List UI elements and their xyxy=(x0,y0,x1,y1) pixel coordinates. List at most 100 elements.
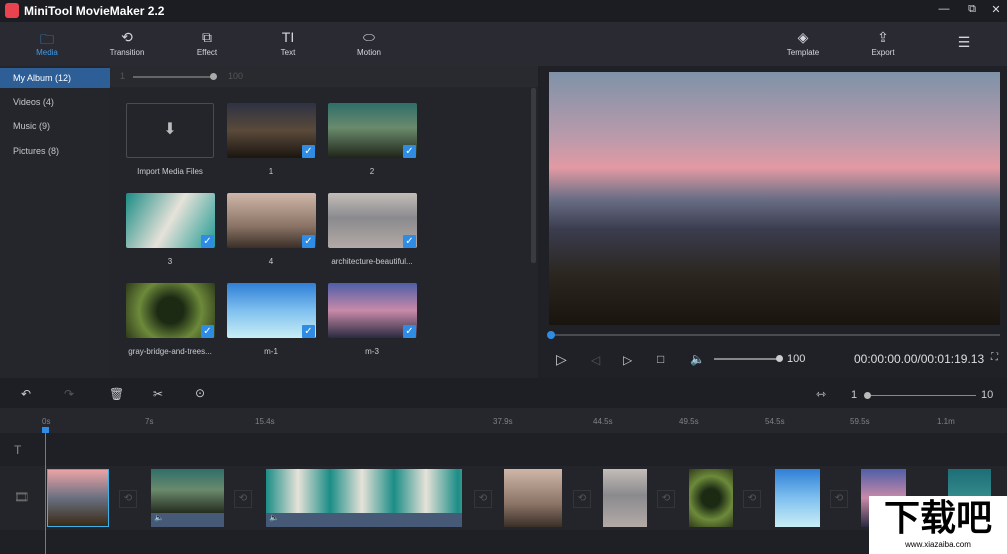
media-scrollbar[interactable] xyxy=(531,88,536,263)
text-icon: TI xyxy=(281,29,295,45)
volume-value: 100 xyxy=(787,353,806,365)
sidebar-item-music[interactable]: Music (9) xyxy=(0,116,110,136)
previous-frame-button[interactable]: ◁ xyxy=(591,353,600,367)
timeline-clip-video[interactable] xyxy=(266,469,462,515)
app-logo-icon xyxy=(5,3,19,18)
ruler-tick: 15.4s xyxy=(255,417,275,426)
transition-slot-icon[interactable]: ⟲ xyxy=(657,490,675,508)
ruler-tick: 44.5s xyxy=(593,417,613,426)
ruler-tick: 7s xyxy=(145,417,154,426)
timeline-clip-image[interactable] xyxy=(504,469,562,527)
checkbox-checked-icon[interactable]: ✓ xyxy=(403,145,416,158)
checkbox-checked-icon[interactable]: ✓ xyxy=(201,325,214,338)
watermark-logo: 下载吧 www.xiazaiba.com xyxy=(869,496,1007,554)
sidebar-item-pictures[interactable]: Pictures (8) xyxy=(0,141,110,161)
play-button[interactable]: ▷ xyxy=(556,351,567,368)
media-label: 2 xyxy=(369,167,375,176)
timeline-clip-selected[interactable] xyxy=(47,469,109,527)
checkbox-checked-icon[interactable]: ✓ xyxy=(201,235,214,248)
undo-button[interactable]: ↶ xyxy=(21,387,31,401)
ruler-tick: 1.1m xyxy=(937,417,955,426)
folder-icon: 🗀 xyxy=(40,31,54,47)
timeline-zoom-handle[interactable] xyxy=(864,392,871,399)
transition-slot-icon[interactable]: ⟲ xyxy=(830,490,848,508)
volume-handle[interactable] xyxy=(776,355,783,362)
thumb-zoom-max: 100 xyxy=(228,71,244,81)
album-sidebar xyxy=(0,66,110,378)
tab-label: Text xyxy=(280,48,296,57)
timeline-clip-image[interactable] xyxy=(603,469,647,527)
ruler-tick: 37.9s xyxy=(493,417,513,426)
checkbox-checked-icon[interactable]: ✓ xyxy=(302,235,315,248)
playhead-handle[interactable] xyxy=(547,331,555,339)
watermark-text: 下载吧 xyxy=(883,497,992,538)
ruler-tick: 49.5s xyxy=(679,417,699,426)
tab-text[interactable]: TI Text xyxy=(253,22,323,66)
timeline-clip-image[interactable] xyxy=(775,469,820,527)
restore-button[interactable]: ⧉ xyxy=(964,3,980,16)
split-button[interactable]: ✂ xyxy=(153,387,163,401)
transition-slot-icon[interactable]: ⟲ xyxy=(234,490,252,508)
transition-slot-icon[interactable]: ⟲ xyxy=(474,490,492,508)
tab-effect[interactable]: ⧉ Effect xyxy=(172,22,242,66)
volume-icon[interactable]: 🔈 xyxy=(690,352,705,366)
media-label: 4 xyxy=(268,257,274,266)
fullscreen-button[interactable]: ⛶ xyxy=(991,352,998,363)
tab-transition[interactable]: ⟲ Transition xyxy=(92,22,162,66)
hamburger-icon: ☰ xyxy=(957,34,971,50)
delete-button[interactable]: 🗑 xyxy=(109,387,124,401)
next-frame-button[interactable]: ▷ xyxy=(623,353,632,367)
button-label: Template xyxy=(786,48,820,57)
text-track[interactable] xyxy=(0,433,1007,466)
stop-button[interactable]: □ xyxy=(657,352,664,366)
export-icon: ⇪ xyxy=(877,29,889,45)
fit-timeline-button[interactable]: ⇿ xyxy=(816,387,826,401)
sidebar-item-videos[interactable]: Videos (4) xyxy=(0,92,110,112)
ruler-tick: 0s xyxy=(42,417,51,426)
timeline-clip-video[interactable] xyxy=(151,469,224,515)
timeline-playhead[interactable] xyxy=(45,428,46,554)
ruler-tick: 54.5s xyxy=(765,417,785,426)
tab-motion[interactable]: ⬭ Motion xyxy=(334,22,404,66)
audio-waveform-icon: 🔈 xyxy=(266,513,462,527)
template-button[interactable]: ◈ Template xyxy=(768,22,838,66)
timeline-zoom-min: 1 xyxy=(851,389,858,401)
playhead-marker[interactable] xyxy=(42,427,49,433)
checkbox-checked-icon[interactable]: ✓ xyxy=(403,325,416,338)
effect-icon: ⧉ xyxy=(202,29,212,45)
layers-icon: ◈ xyxy=(797,29,809,45)
timeline-zoom-slider[interactable] xyxy=(868,395,976,396)
import-media-button[interactable]: ⬇ xyxy=(126,103,214,158)
close-button[interactable]: ✕ xyxy=(988,3,1004,16)
tab-media[interactable]: 🗀 Media xyxy=(12,22,82,66)
checkbox-checked-icon[interactable]: ✓ xyxy=(302,325,315,338)
thumb-size-slider[interactable] xyxy=(133,76,213,78)
menu-button[interactable]: ☰ xyxy=(929,22,999,66)
redo-button[interactable]: ↷ xyxy=(64,387,74,401)
watermark-url: www.xiazaiba.com xyxy=(905,540,971,549)
transition-slot-icon[interactable]: ⟲ xyxy=(119,490,137,508)
checkbox-checked-icon[interactable]: ✓ xyxy=(403,235,416,248)
audio-waveform-icon: 🔈 xyxy=(151,513,224,527)
tab-label: Motion xyxy=(356,48,381,57)
folder-download-icon: ⬇ xyxy=(163,121,177,138)
timeline-clip-image[interactable] xyxy=(689,469,733,527)
volume-slider[interactable] xyxy=(714,358,779,360)
preview-video xyxy=(549,72,1000,325)
transition-slot-icon[interactable]: ⟲ xyxy=(573,490,591,508)
slider-handle[interactable] xyxy=(210,73,217,80)
media-label: gray-bridge-and-trees... xyxy=(128,347,212,356)
media-label: m-3 xyxy=(365,347,379,356)
crop-zoom-button[interactable]: ⊙ xyxy=(195,386,205,400)
transition-slot-icon[interactable]: ⟲ xyxy=(743,490,761,508)
export-button[interactable]: ⇪ Export xyxy=(848,22,918,66)
time-display: 00:00:00.00/00:01:19.13 xyxy=(854,352,985,366)
sidebar-item-my-album[interactable]: My Album (12) xyxy=(0,68,110,88)
film-track-icon: 🎞 xyxy=(14,490,30,504)
thumb-zoom-min: 1 xyxy=(120,71,126,81)
minimize-button[interactable]: — xyxy=(936,3,952,15)
media-label: 3 xyxy=(167,257,173,266)
checkbox-checked-icon[interactable]: ✓ xyxy=(302,145,315,158)
app-title: MiniTool MovieMaker 2.2 xyxy=(24,4,165,18)
playback-progress-bar[interactable] xyxy=(549,334,1000,336)
